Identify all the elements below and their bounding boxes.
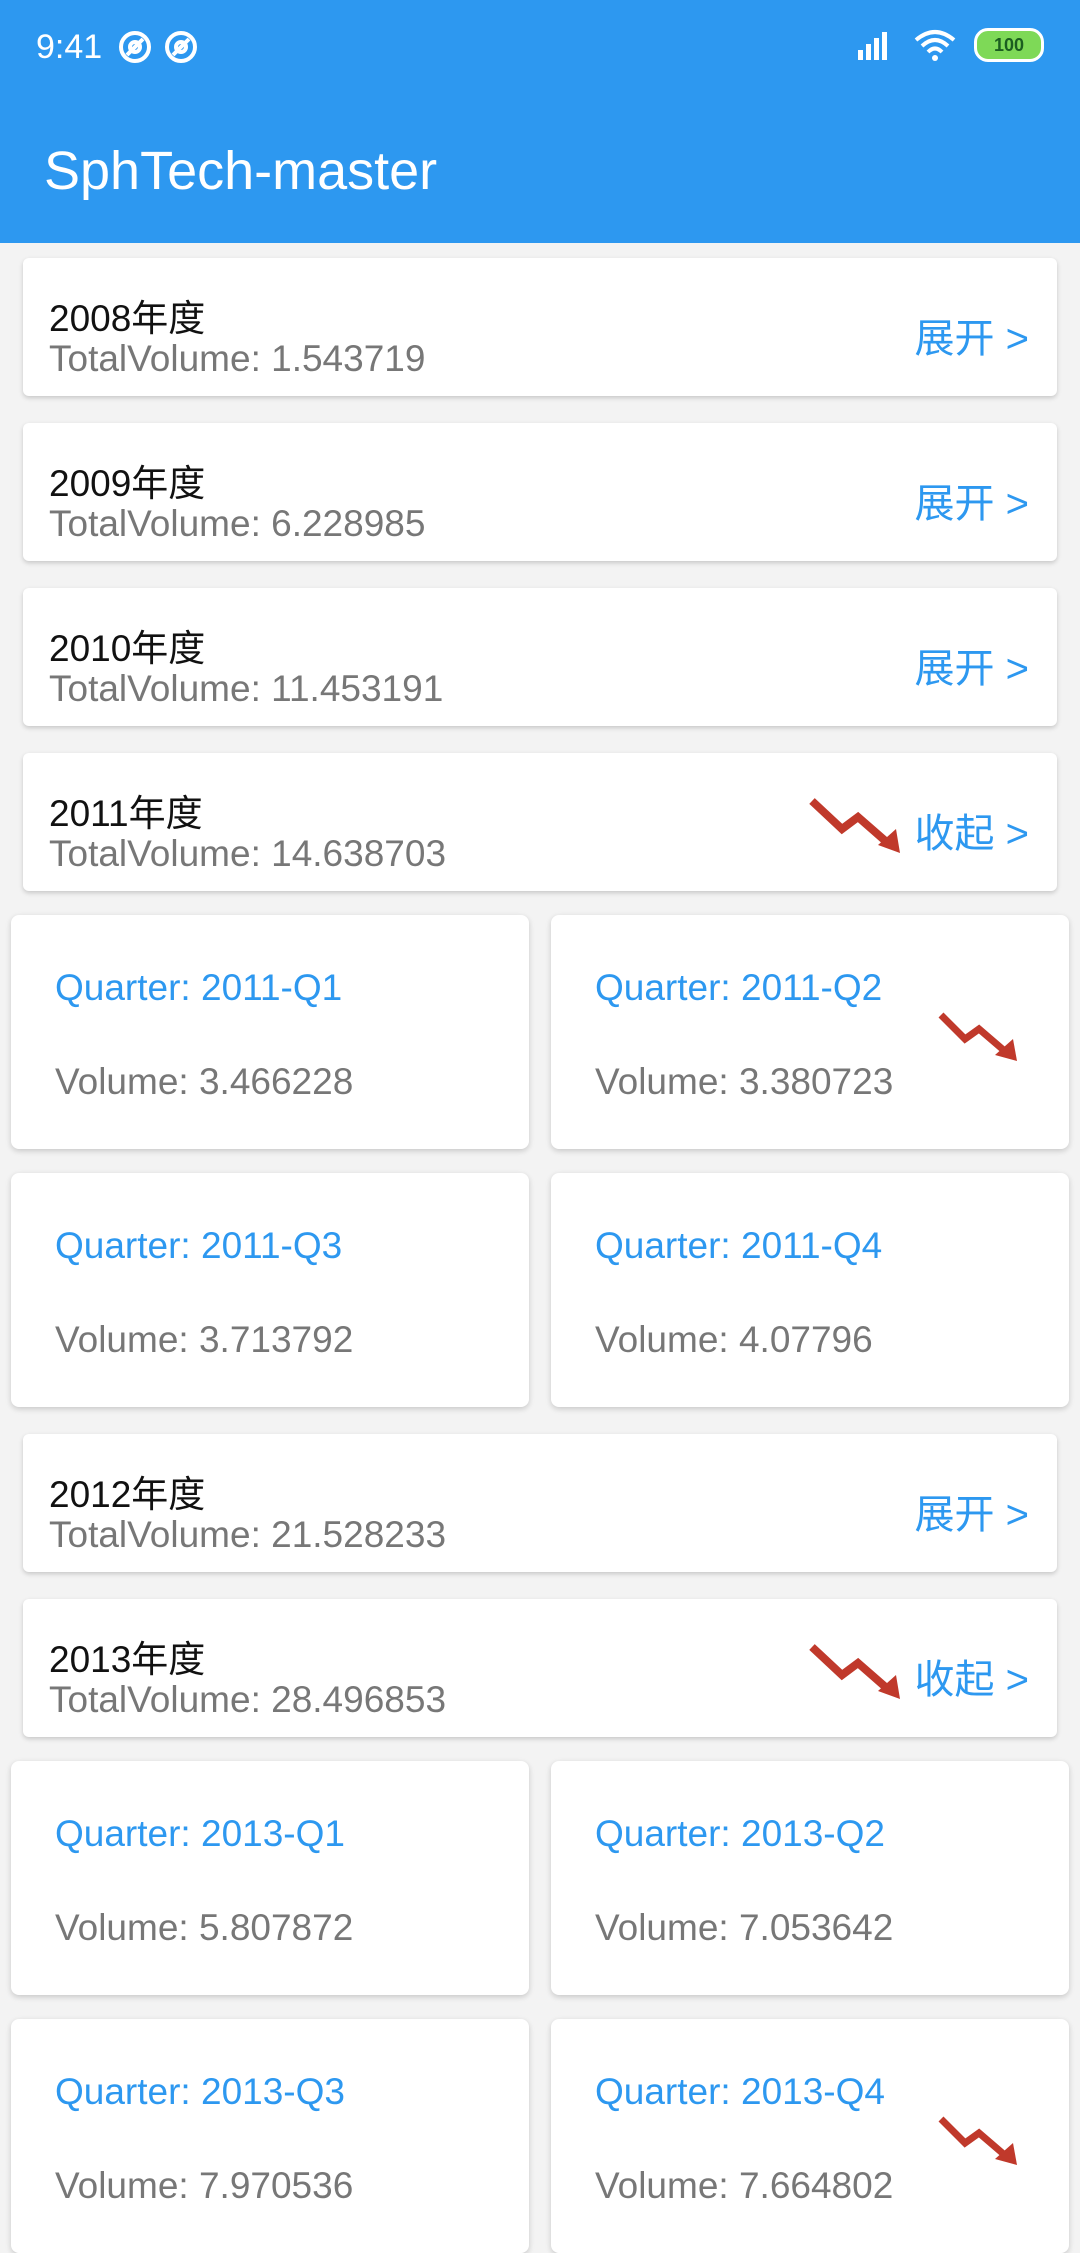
expand-toggle[interactable]: 展开 > <box>915 1482 1029 1540</box>
expand-toggle[interactable]: 展开 > <box>915 306 1029 364</box>
year-card-2011[interactable]: 2011年度 TotalVolume: 14.638703 收起 > <box>23 753 1057 891</box>
quarter-card-2013-q2[interactable]: Quarter: 2013-Q2 Volume: 7.053642 <box>551 1761 1069 1995</box>
year-total-volume: TotalVolume: 1.543719 <box>49 338 426 379</box>
quarter-volume: Volume: 3.380723 <box>595 1061 894 1102</box>
quarter-card-2013-q4[interactable]: Quarter: 2013-Q4 Volume: 7.664802 <box>551 2019 1069 2253</box>
year-total-volume: TotalVolume: 6.228985 <box>49 503 426 544</box>
battery-icon: 100 <box>974 28 1044 62</box>
collapse-toggle[interactable]: 收起 > <box>915 1647 1029 1705</box>
quarter-volume: Volume: 5.807872 <box>55 1907 354 1948</box>
status-time: 9:41 <box>36 28 103 66</box>
year-card-2009[interactable]: 2009年度 TotalVolume: 6.228985 展开 > <box>23 423 1057 561</box>
quarter-card-2011-q3[interactable]: Quarter: 2011-Q3 Volume: 3.713792 <box>11 1173 529 1407</box>
quarter-card-2013-q3[interactable]: Quarter: 2013-Q3 Volume: 7.970536 <box>11 2019 529 2253</box>
expand-toggle[interactable]: 展开 > <box>915 471 1029 529</box>
year-card-2008[interactable]: 2008年度 TotalVolume: 1.543719 展开 > <box>23 258 1057 396</box>
year-total-volume: TotalVolume: 28.496853 <box>49 1679 447 1720</box>
wifi-icon <box>914 30 956 61</box>
quarter-label: Quarter: 2011-Q2 <box>595 967 883 1008</box>
app-bar: 9:41 100 SphTech-master <box>0 0 1080 243</box>
quarter-label: Quarter: 2011-Q4 <box>595 1225 883 1266</box>
quarter-label: Quarter: 2011-Q1 <box>55 967 343 1008</box>
quarter-label: Quarter: 2013-Q2 <box>595 1813 885 1854</box>
quarter-card-2013-q1[interactable]: Quarter: 2013-Q1 Volume: 5.807872 <box>11 1761 529 1995</box>
year-card-2012[interactable]: 2012年度 TotalVolume: 21.528233 展开 > <box>23 1434 1057 1572</box>
quarter-label: Quarter: 2013-Q3 <box>55 2071 345 2112</box>
trend-down-icon <box>938 2116 1017 2165</box>
quarter-label: Quarter: 2011-Q3 <box>55 1225 343 1266</box>
quarter-card-2011-q2[interactable]: Quarter: 2011-Q2 Volume: 3.380723 <box>551 915 1069 1149</box>
year-title: 2010年度 <box>49 628 206 669</box>
at-icon <box>119 31 151 63</box>
quarter-label: Quarter: 2013-Q1 <box>55 1813 345 1854</box>
status-icons: 100 <box>854 28 1044 62</box>
quarter-volume: Volume: 3.466228 <box>55 1061 354 1102</box>
year-total-volume: TotalVolume: 11.453191 <box>49 668 444 709</box>
trend-down-icon <box>938 1012 1017 1061</box>
app-title: SphTech-master <box>44 141 438 201</box>
trend-down-icon <box>809 1644 900 1699</box>
expand-toggle[interactable]: 展开 > <box>915 636 1029 694</box>
year-total-volume: TotalVolume: 21.528233 <box>49 1514 447 1555</box>
year-title: 2008年度 <box>49 298 206 339</box>
quarter-volume: Volume: 7.970536 <box>55 2165 354 2206</box>
year-total-volume: TotalVolume: 14.638703 <box>49 833 447 874</box>
quarter-card-2011-q4[interactable]: Quarter: 2011-Q4 Volume: 4.07796 <box>551 1173 1069 1407</box>
quarter-volume: Volume: 4.07796 <box>595 1319 873 1360</box>
year-title: 2009年度 <box>49 463 206 504</box>
quarter-volume: Volume: 3.713792 <box>55 1319 354 1360</box>
hd-signal-icon <box>858 32 887 60</box>
quarter-card-2011-q1[interactable]: Quarter: 2011-Q1 Volume: 3.466228 <box>11 915 529 1149</box>
year-title: 2011年度 <box>49 793 203 834</box>
quarter-label: Quarter: 2013-Q4 <box>595 2071 885 2112</box>
year-card-2013[interactable]: 2013年度 TotalVolume: 28.496853 收起 > <box>23 1599 1057 1737</box>
collapse-toggle[interactable]: 收起 > <box>915 801 1029 859</box>
trend-down-icon <box>809 798 900 853</box>
year-title: 2012年度 <box>49 1474 206 1515</box>
quarter-volume: Volume: 7.053642 <box>595 1907 894 1948</box>
year-card-2010[interactable]: 2010年度 TotalVolume: 11.453191 展开 > <box>23 588 1057 726</box>
at-icon <box>165 31 197 63</box>
battery-level: 100 <box>993 34 1025 55</box>
year-title: 2013年度 <box>49 1639 206 1680</box>
quarter-volume: Volume: 7.664802 <box>595 2165 894 2206</box>
